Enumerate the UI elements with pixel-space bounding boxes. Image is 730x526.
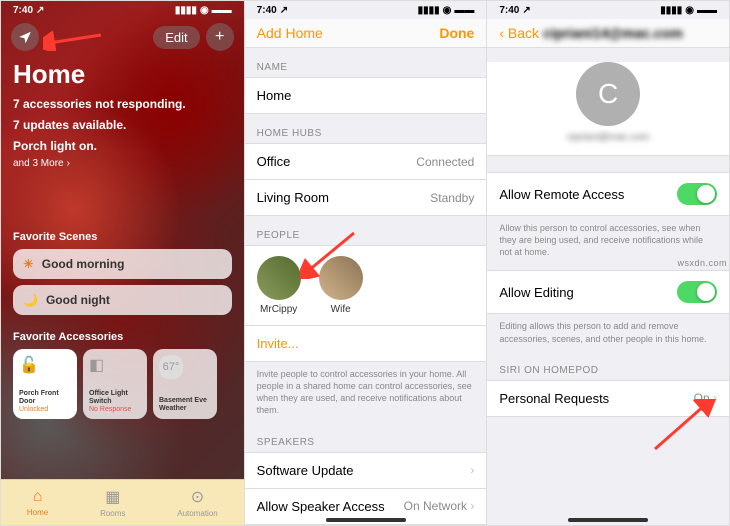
avatar [257,256,301,300]
signal-icon: ▮▮▮▮ [418,5,440,16]
more-status[interactable]: and 3 More› [1,156,244,171]
tab-rooms[interactable]: ▦Rooms [100,487,125,518]
signal-icon: ▮▮▮▮ [660,5,682,16]
edit-button[interactable]: Edit [153,26,199,49]
hub-living-room[interactable]: Living RoomStandby [245,180,487,216]
accessories-header: Favorite Accessories [1,329,244,345]
avatar [319,256,363,300]
chevron-right-icon: › [713,391,717,405]
home-indicator[interactable] [326,518,406,522]
scenes-header: Favorite Scenes [1,229,244,245]
chevron-right-icon: › [67,158,70,169]
person-settings-screen: 7:40↗ ▮▮▮▮◉▬▬ ‹ Back cipriani14@mac.com … [486,1,729,525]
personal-requests-cell[interactable]: Personal RequestsOn › [487,380,729,417]
home-settings-screen: 7:40↗ ▮▮▮▮◉▬▬ Add Home Done NAME Home HO… [244,1,487,525]
software-update-cell[interactable]: Software Update› [245,452,487,489]
watermark: wsxdn.com [678,258,728,268]
scene-good-night[interactable]: 🌙Good night [13,285,232,315]
allow-editing-cell: Allow Editing [487,270,729,314]
person-mrcippy[interactable]: MrCippy [257,256,301,315]
tab-bar: ⌂Home ▦Rooms ⊙Automation [1,479,244,525]
status-bar: 7:40↗ ▮▮▮▮◉▬▬ [245,1,487,19]
siri-header: SIRI ON HOMEPOD [487,351,729,380]
location-icon: ↗ [36,5,44,16]
location-icon: ↗ [280,5,288,16]
back-button[interactable]: ‹ Back [499,25,539,41]
editing-footer: Editing allows this person to add and re… [487,314,729,350]
home-indicator[interactable] [568,518,648,522]
signal-icon: ▮▮▮▮ [175,5,197,16]
status-line-3: Porch light on. [1,136,244,157]
page-title: Home [1,55,244,94]
wifi-icon: ◉ [443,5,452,16]
hub-office[interactable]: OfficeConnected [245,143,487,180]
home-screen: 7:40↗ ▮▮▮▮◉▬▬ Edit + Home 7 accessories … [1,1,244,525]
battery-icon: ▬▬ [454,5,474,16]
accessory-porch-door[interactable]: 🔓 Porch Front DoorUnlocked [13,349,77,419]
invite-link[interactable]: Invite... [245,326,487,362]
switch-icon: ◧ [89,355,141,375]
location-nav-button[interactable] [11,23,39,51]
add-button[interactable]: + [206,23,234,51]
remote-access-toggle[interactable] [677,183,717,205]
editing-toggle[interactable] [677,281,717,303]
location-icon: ↗ [522,5,530,16]
chevron-right-icon: › [470,463,474,477]
status-bar: 7:40↗ ▮▮▮▮◉▬▬ [487,1,729,19]
chevron-left-icon: ‹ [499,25,504,41]
allow-remote-access-cell: Allow Remote Access [487,172,729,216]
add-home-link[interactable]: Add Home [257,25,323,41]
sun-icon: ☀ [23,257,34,271]
home-icon: ⌂ [33,488,43,506]
status-line-2: 7 updates available. [1,115,244,136]
scene-good-morning[interactable]: ☀Good morning [13,249,232,279]
wifi-icon: ◉ [200,5,209,16]
rooms-icon: ▦ [105,487,120,507]
person-email: cipriani@mac.com [487,132,729,143]
done-button[interactable]: Done [439,25,474,41]
name-header: NAME [245,48,487,77]
people-header: PEOPLE [245,216,487,245]
name-field[interactable]: Home [245,77,487,114]
moon-icon: 🌙 [23,293,38,307]
battery-icon: ▬▬ [212,5,232,16]
status-bar: 7:40↗ ▮▮▮▮◉▬▬ [1,1,244,19]
person-avatar: C [576,62,640,126]
accessory-basement-weather[interactable]: 67° Basement Eve Weather [153,349,217,419]
invite-footer: Invite people to control accessories in … [245,362,487,423]
nav-title: cipriani14@mac.com [543,25,683,41]
wifi-icon: ◉ [685,5,694,16]
hubs-header: HOME HUBS [245,114,487,143]
weather-icon: 67° [159,355,183,379]
tab-automation[interactable]: ⊙Automation [177,487,217,518]
status-line-1: 7 accessories not responding. [1,94,244,115]
accessory-office-switch[interactable]: ◧ Office Light SwitchNo Response [83,349,147,419]
speakers-header: SPEAKERS [245,423,487,452]
tab-home[interactable]: ⌂Home [27,488,48,517]
automation-icon: ⊙ [191,487,204,507]
nav-arrow-icon [18,30,32,44]
person-wife[interactable]: Wife [319,256,363,315]
battery-icon: ▬▬ [697,5,717,16]
lock-icon: 🔓 [19,355,71,375]
chevron-right-icon: › [470,499,474,513]
